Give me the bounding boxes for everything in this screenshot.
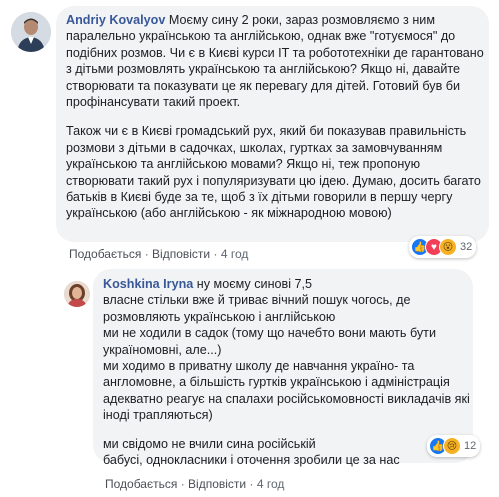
- like-link[interactable]: Подобається: [69, 247, 141, 261]
- comment-paragraph: Моєму сину 2 роки, зараз розмовляємо з н…: [66, 13, 484, 110]
- comment-first-line: ну моєму синові 7,5: [196, 277, 313, 291]
- reaction-count: 32: [460, 241, 473, 253]
- comment-author[interactable]: Andriy Kovalyov: [66, 13, 165, 27]
- timestamp[interactable]: 4 год: [221, 247, 249, 261]
- comment-author[interactable]: Koshkina Iryna: [103, 277, 193, 291]
- avatar-andriy[interactable]: [11, 12, 51, 52]
- comment-actions: Подобається · Відповісти · 4 год: [105, 477, 284, 491]
- comment-text: Andriy Kovalyov Моєму сину 2 роки, зараз…: [66, 12, 486, 222]
- separator: ·: [144, 247, 149, 261]
- separator: ·: [180, 477, 185, 491]
- reaction-count: 12: [464, 440, 477, 452]
- like-link[interactable]: Подобається: [105, 477, 177, 491]
- reactions-summary[interactable]: 👍 😢 12: [427, 435, 481, 457]
- avatar-photo-icon: [64, 281, 90, 307]
- reply-link[interactable]: Відповісти: [188, 477, 246, 491]
- comment-paragraph: ми свідомо не вчили сина російській бабу…: [103, 436, 400, 468]
- reactions-summary[interactable]: 👍 ♥ 😮 32: [409, 236, 477, 258]
- timestamp[interactable]: 4 год: [257, 477, 285, 491]
- separator: ·: [249, 477, 254, 491]
- reply-link[interactable]: Відповісти: [152, 247, 210, 261]
- comment-actions: Подобається · Відповісти · 4 год: [69, 247, 248, 261]
- wow-reaction-icon: 😮: [439, 238, 457, 256]
- reply-text: Koshkina Iryna ну моєму синові 7,5 власн…: [103, 276, 473, 468]
- comment-paragraph: власне стільки вже й триває вічний пошук…: [103, 293, 470, 423]
- avatar-koshkina[interactable]: [64, 281, 90, 307]
- comment-paragraph: Також чи є в Києві громадський рух, який…: [66, 124, 481, 221]
- separator: ·: [213, 247, 218, 261]
- avatar-photo-icon: [11, 12, 51, 52]
- sad-reaction-icon: 😢: [443, 437, 461, 455]
